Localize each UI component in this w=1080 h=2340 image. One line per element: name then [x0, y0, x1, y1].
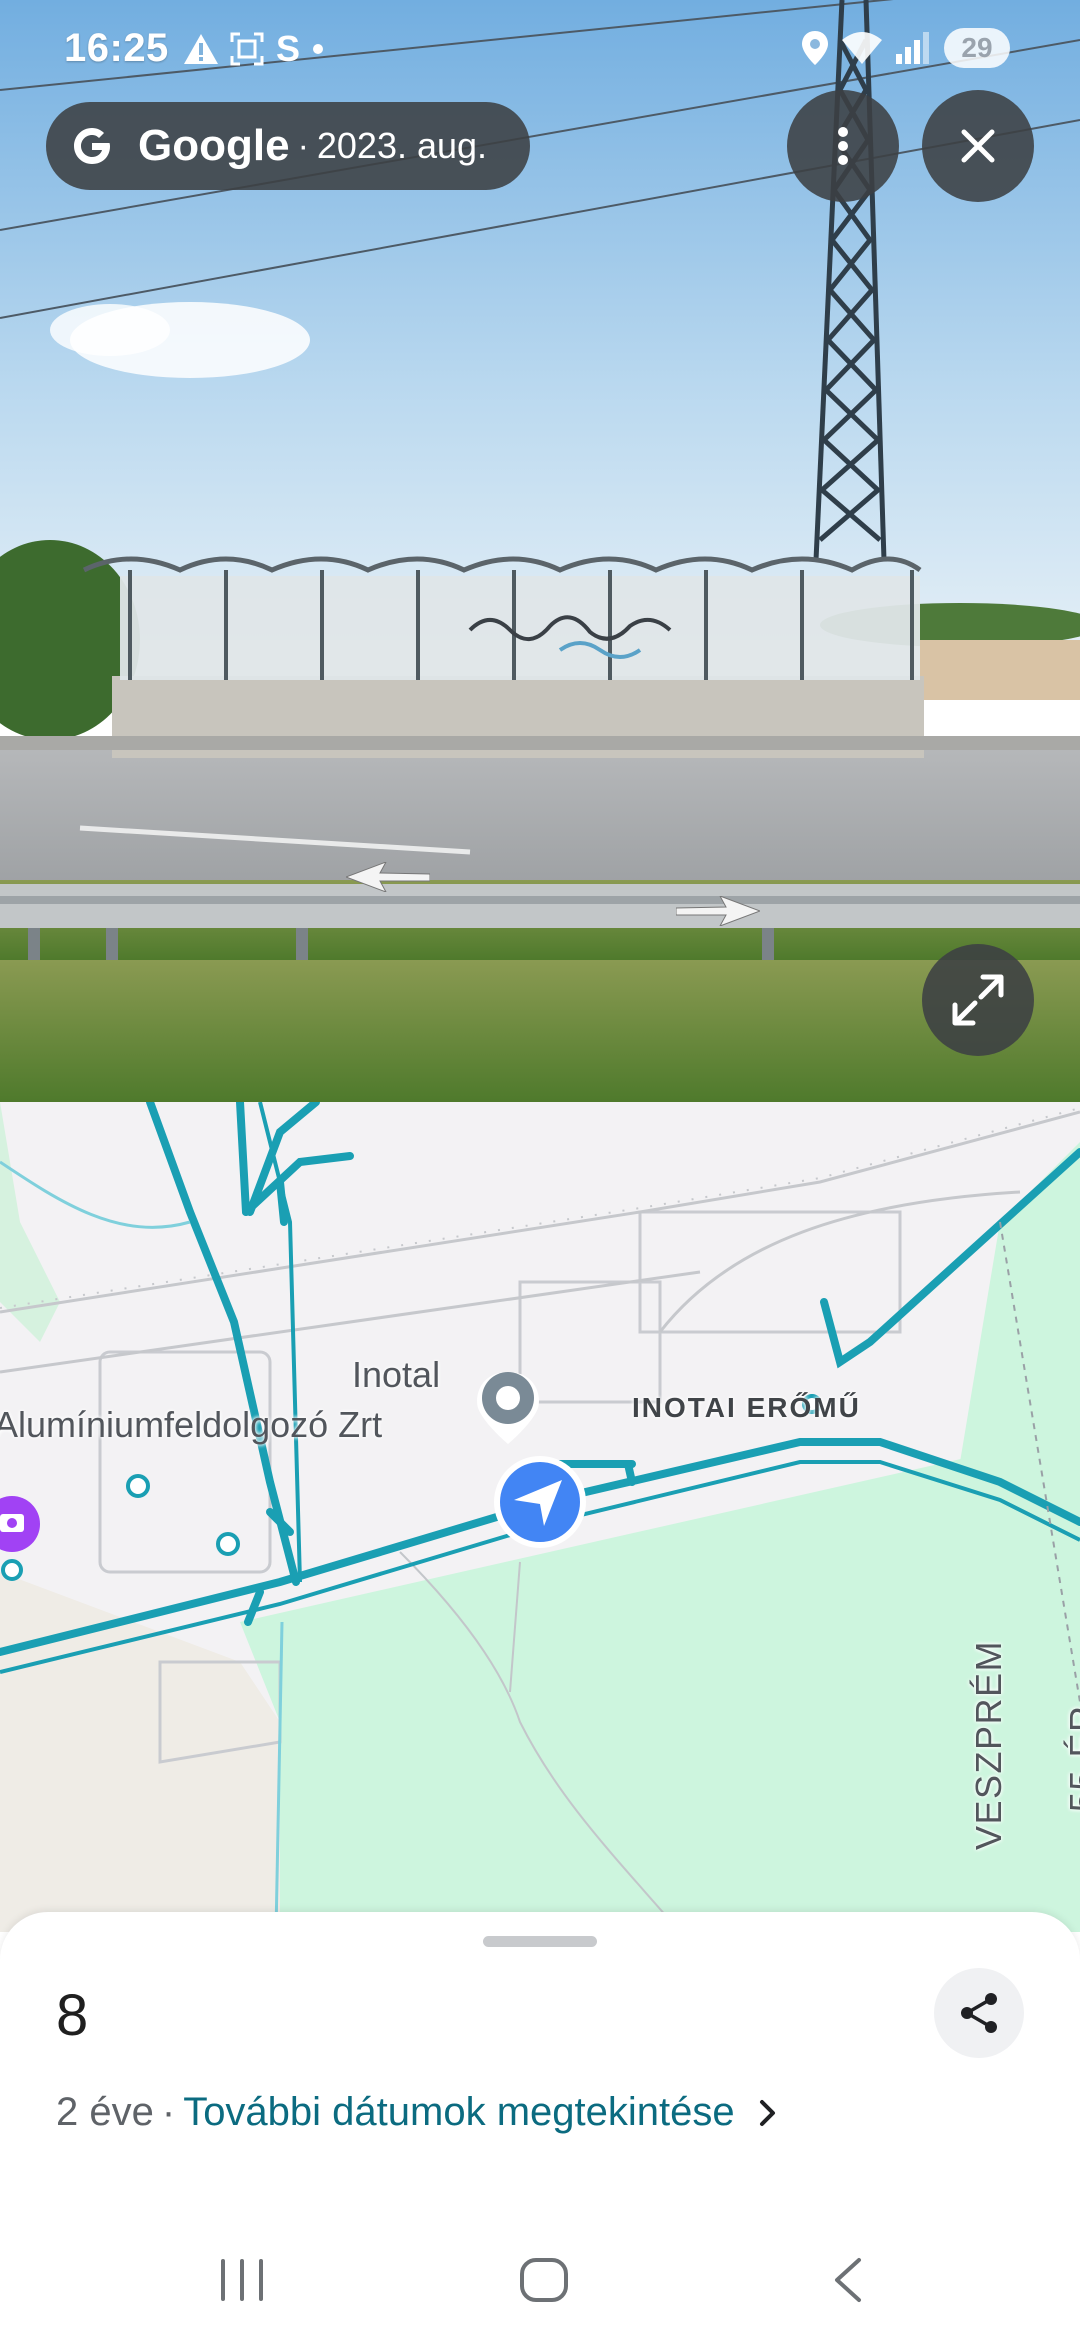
- photo-poi-icon[interactable]: [0, 1496, 40, 1552]
- street-view-panorama[interactable]: 16:25 S 29 Google · 2023. aug.: [0, 0, 1080, 1102]
- place-pin-icon[interactable]: [477, 1372, 539, 1444]
- google-brand: Google: [138, 121, 290, 170]
- recent-apps-button[interactable]: [202, 2250, 282, 2310]
- more-vert-icon: [838, 127, 848, 165]
- imagery-date-chip[interactable]: Google · 2023. aug.: [46, 102, 530, 190]
- imagery-date: 2023. aug.: [316, 125, 488, 166]
- wifi-icon: [842, 32, 882, 64]
- system-navigation-bar: [0, 2220, 1080, 2340]
- status-left-icons: S: [184, 28, 324, 70]
- close-icon: [961, 129, 995, 163]
- chevron-right-icon[interactable]: [759, 2099, 777, 2127]
- drag-handle[interactable]: [483, 1936, 597, 1947]
- dot-icon: [313, 44, 324, 54]
- map-label-aluminium: Alumíniumfeldolgozó Zrt: [0, 1404, 383, 1445]
- expand-icon: [952, 974, 1004, 1026]
- info-separator: ·: [161, 2090, 176, 2134]
- back-button[interactable]: [808, 2250, 888, 2310]
- nav-arrow-left-icon[interactable]: [346, 862, 430, 892]
- more-dates-link[interactable]: További dátumok megtekintése: [183, 2090, 734, 2135]
- s-app-icon: S: [276, 28, 301, 69]
- share-icon: [961, 1993, 997, 2033]
- home-button[interactable]: [504, 2250, 584, 2310]
- map-label-inotal: Inotal: [352, 1354, 441, 1395]
- mini-map[interactable]: Inotal Alumíniumfeldolgozó Zrt INOTAI ER…: [0, 1102, 1080, 1932]
- recent-apps-icon: [221, 2259, 263, 2301]
- battery-indicator: 29: [944, 28, 1010, 68]
- status-bar: 16:25 S 29: [0, 0, 1080, 100]
- map-canvas[interactable]: [0, 1102, 1080, 1932]
- signal-icon: [896, 32, 929, 64]
- nav-arrow-right-icon[interactable]: [676, 896, 760, 926]
- location-icon: [802, 31, 828, 65]
- status-time: 16:25: [64, 26, 169, 70]
- home-icon: [520, 2258, 568, 2302]
- status-right-icons: 29: [802, 28, 1010, 68]
- place-title: 8: [56, 1983, 89, 2048]
- expand-button[interactable]: [922, 944, 1034, 1056]
- back-icon: [835, 2258, 861, 2302]
- share-button[interactable]: [934, 1968, 1024, 2058]
- chip-separator: ·: [297, 126, 309, 165]
- close-button[interactable]: [922, 90, 1034, 202]
- map-label-inotai-eromu: INOTAI ERŐMŰ: [632, 1392, 861, 1423]
- google-g-icon: [74, 128, 110, 164]
- screenshot-icon: [230, 32, 264, 66]
- imagery-age: 2 éve: [56, 2090, 154, 2134]
- map-label-partial-road: 55 ÉR: [1062, 1704, 1080, 1812]
- current-view-arrow-icon: [494, 1456, 586, 1548]
- imagery-info-row: 2 éve · További dátumok megtekintése: [56, 2090, 777, 2135]
- more-options-button[interactable]: [787, 90, 899, 202]
- map-label-veszprem: VESZPRÉM: [968, 1639, 1009, 1850]
- warning-icon: [184, 34, 218, 64]
